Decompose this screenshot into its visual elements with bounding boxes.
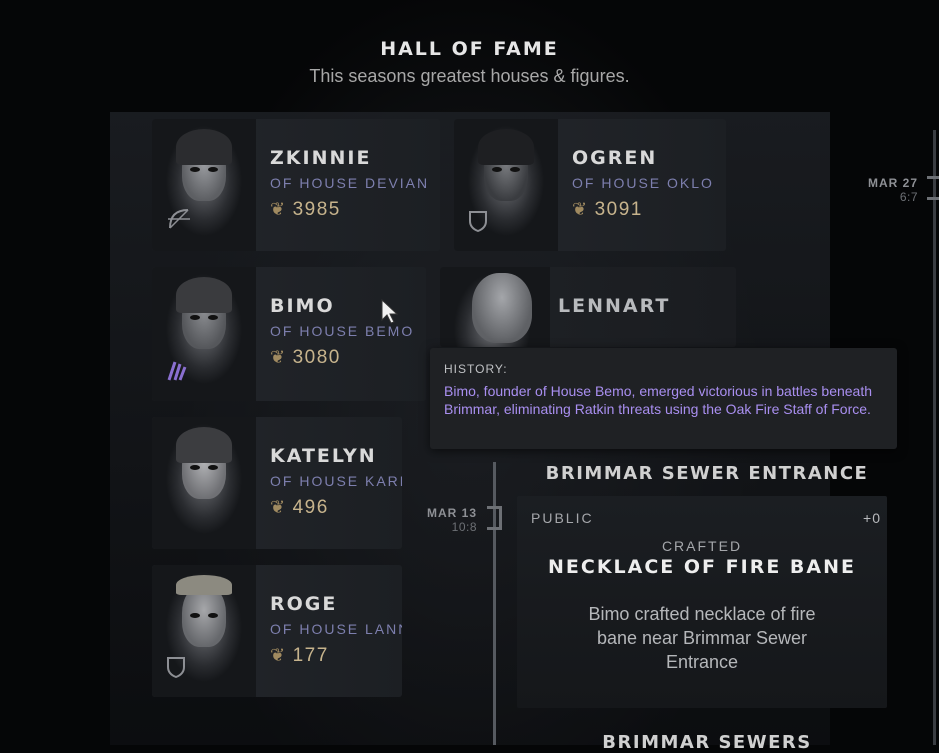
event-location: BRIMMAR SEWER ENTRANCE bbox=[545, 463, 869, 484]
event-delta: +0 bbox=[863, 510, 881, 526]
figure-name: BIMO bbox=[270, 295, 335, 317]
page-subtitle: This seasons greatest houses & figures. bbox=[309, 66, 630, 86]
laurel-icon: ❦ bbox=[270, 497, 287, 517]
page-title: HALL OF FAME bbox=[380, 38, 559, 60]
hall-of-fame-header: HALL OF FAME This seasons greatest house… bbox=[0, 38, 939, 87]
figure-name: ROGE bbox=[270, 593, 338, 615]
figure-score: 3080 bbox=[292, 347, 341, 368]
laurel-icon: ❦ bbox=[270, 645, 287, 665]
claw-icon bbox=[166, 358, 188, 387]
event-action: CRAFTED bbox=[661, 538, 743, 554]
figure-card-katelyn[interactable]: KATELYN OF HOUSE KARD ❦ 496 bbox=[152, 417, 402, 549]
figure-house: OF HOUSE DEVIAN bbox=[270, 175, 430, 191]
avatar bbox=[152, 417, 256, 549]
shield-icon bbox=[166, 656, 186, 683]
next-event-location: BRIMMAR SEWERS bbox=[602, 732, 812, 753]
event-description: Bimo crafted necklace of fire bane near … bbox=[588, 604, 816, 672]
figure-house: OF HOUSE KARD bbox=[270, 473, 402, 489]
figure-card-ogren[interactable]: OGREN OF HOUSE OKLO ❦ 3091 bbox=[454, 119, 726, 251]
laurel-icon: ❦ bbox=[270, 199, 287, 219]
timeline-date-right: MAR 27 6:7 bbox=[867, 176, 918, 204]
figure-name: OGREN bbox=[572, 147, 658, 169]
history-tooltip: HISTORY: Bimo, founder of House Bemo, em… bbox=[430, 348, 897, 449]
tooltip-body: Bimo, founder of House Bemo, emerged vic… bbox=[444, 383, 873, 417]
figure-score: 177 bbox=[292, 645, 329, 666]
figure-card-lennart[interactable]: LENNART bbox=[440, 267, 736, 347]
avatar bbox=[440, 267, 550, 347]
laurel-icon: ❦ bbox=[572, 199, 589, 219]
figure-card-roge[interactable]: ROGE OF HOUSE LANN ❦ 177 bbox=[152, 565, 402, 697]
laurel-icon: ❦ bbox=[270, 347, 287, 367]
figure-score: 496 bbox=[292, 497, 329, 518]
figure-name: KATELYN bbox=[270, 445, 377, 467]
timeline-marker-right bbox=[927, 176, 939, 200]
tooltip-label: HISTORY: bbox=[444, 362, 508, 376]
figure-house: OF HOUSE BEMO bbox=[270, 323, 415, 339]
figure-name: LENNART bbox=[558, 295, 671, 317]
figure-card-zkinnie[interactable]: ZKINNIE OF HOUSE DEVIAN ❦ 3985 bbox=[152, 119, 440, 251]
figure-score: 3091 bbox=[594, 199, 643, 220]
figure-score: 3985 bbox=[292, 199, 341, 220]
shield-icon bbox=[468, 210, 488, 237]
timeline-marker bbox=[487, 506, 502, 530]
bow-icon bbox=[166, 206, 192, 237]
event-card[interactable]: PUBLIC +0 CRAFTED NECKLACE OF FIRE BANE … bbox=[517, 496, 887, 708]
timeline-date: MAR 13 10:8 bbox=[426, 506, 477, 534]
timeline-line bbox=[493, 462, 496, 745]
figure-name: ZKINNIE bbox=[270, 147, 372, 169]
figure-card-bimo[interactable]: BIMO OF HOUSE BEMO ❦ 3080 bbox=[152, 267, 426, 401]
event-item: NECKLACE OF FIRE BANE bbox=[548, 556, 856, 578]
mouse-cursor-icon bbox=[381, 299, 399, 324]
figure-house: OF HOUSE OKLO bbox=[572, 175, 714, 191]
event-visibility: PUBLIC bbox=[531, 510, 594, 526]
figure-house: OF HOUSE LANN bbox=[270, 621, 402, 637]
timeline-line-right bbox=[933, 130, 936, 745]
